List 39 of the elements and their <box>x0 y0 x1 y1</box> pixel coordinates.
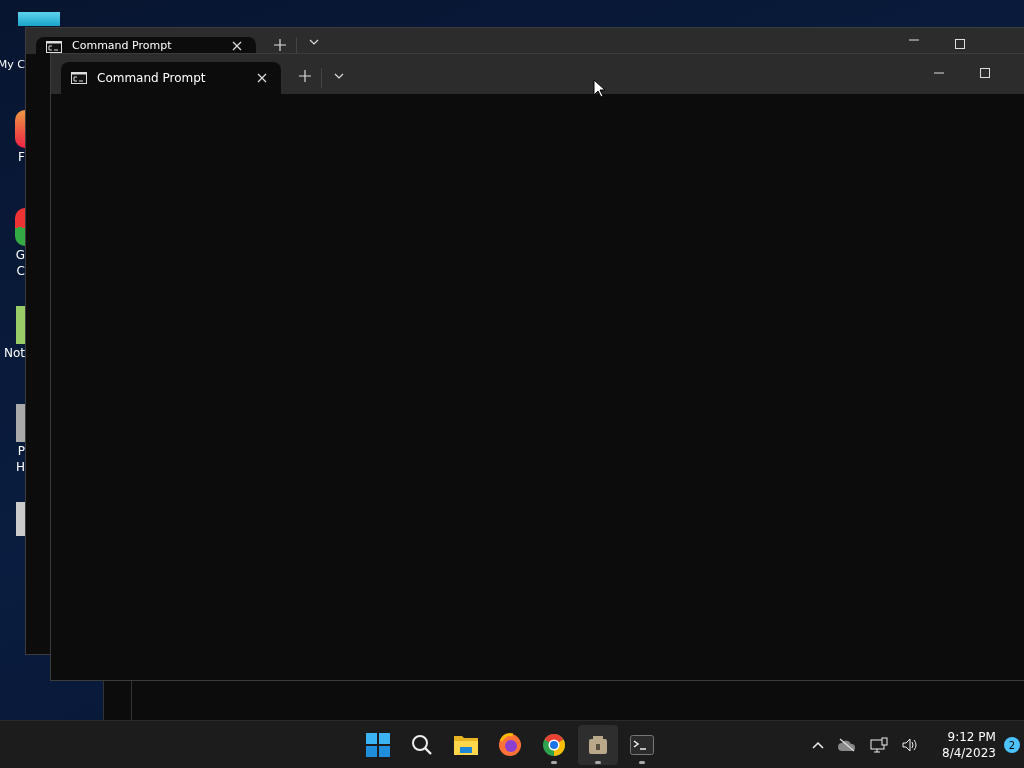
icon-label: G <box>15 248 25 262</box>
new-tab-icon[interactable] <box>274 39 286 51</box>
chevron-up-icon[interactable] <box>812 741 824 749</box>
maximize-icon[interactable] <box>980 68 990 78</box>
tab-title: Command Prompt <box>97 71 207 85</box>
new-tab-icon[interactable] <box>299 70 311 82</box>
running-indicator <box>551 761 557 764</box>
icon-label: P <box>17 444 25 458</box>
speaker-icon[interactable] <box>902 738 918 752</box>
icon-label: F <box>18 150 25 164</box>
close-icon[interactable] <box>257 73 267 83</box>
network-icon[interactable] <box>870 737 888 753</box>
package-icon <box>588 735 608 755</box>
browser-icon <box>542 733 566 757</box>
tab-title: Command Prompt <box>72 39 173 52</box>
icon-label: Not <box>3 346 25 360</box>
app-icon[interactable] <box>15 208 25 246</box>
app-icon[interactable] <box>15 110 25 148</box>
taskbar-button[interactable] <box>578 725 618 765</box>
close-icon[interactable] <box>232 41 242 51</box>
mouse-cursor-icon <box>593 79 605 97</box>
browser-icon <box>498 733 522 757</box>
windows-logo-icon <box>366 733 390 757</box>
running-indicator <box>595 761 601 764</box>
date-text: 8/4/2023 <box>942 745 996 761</box>
dropdown-icon[interactable] <box>309 39 319 45</box>
terminal-icon <box>630 735 654 755</box>
window-tab[interactable]: Command Prompt <box>61 62 281 94</box>
icon-label: C <box>16 264 25 278</box>
clock[interactable]: 9:12 PM 8/4/2023 <box>942 729 996 761</box>
notification-badge[interactable]: 2 <box>1003 737 1020 753</box>
search-icon <box>411 734 433 756</box>
time-text: 9:12 PM <box>947 729 996 745</box>
maximize-icon[interactable] <box>955 39 965 49</box>
terminal-icon <box>71 72 87 84</box>
icon-label: H <box>15 460 25 474</box>
running-indicator <box>639 761 645 764</box>
dropdown-icon[interactable] <box>334 73 344 79</box>
cloud-off-icon[interactable] <box>838 738 856 752</box>
